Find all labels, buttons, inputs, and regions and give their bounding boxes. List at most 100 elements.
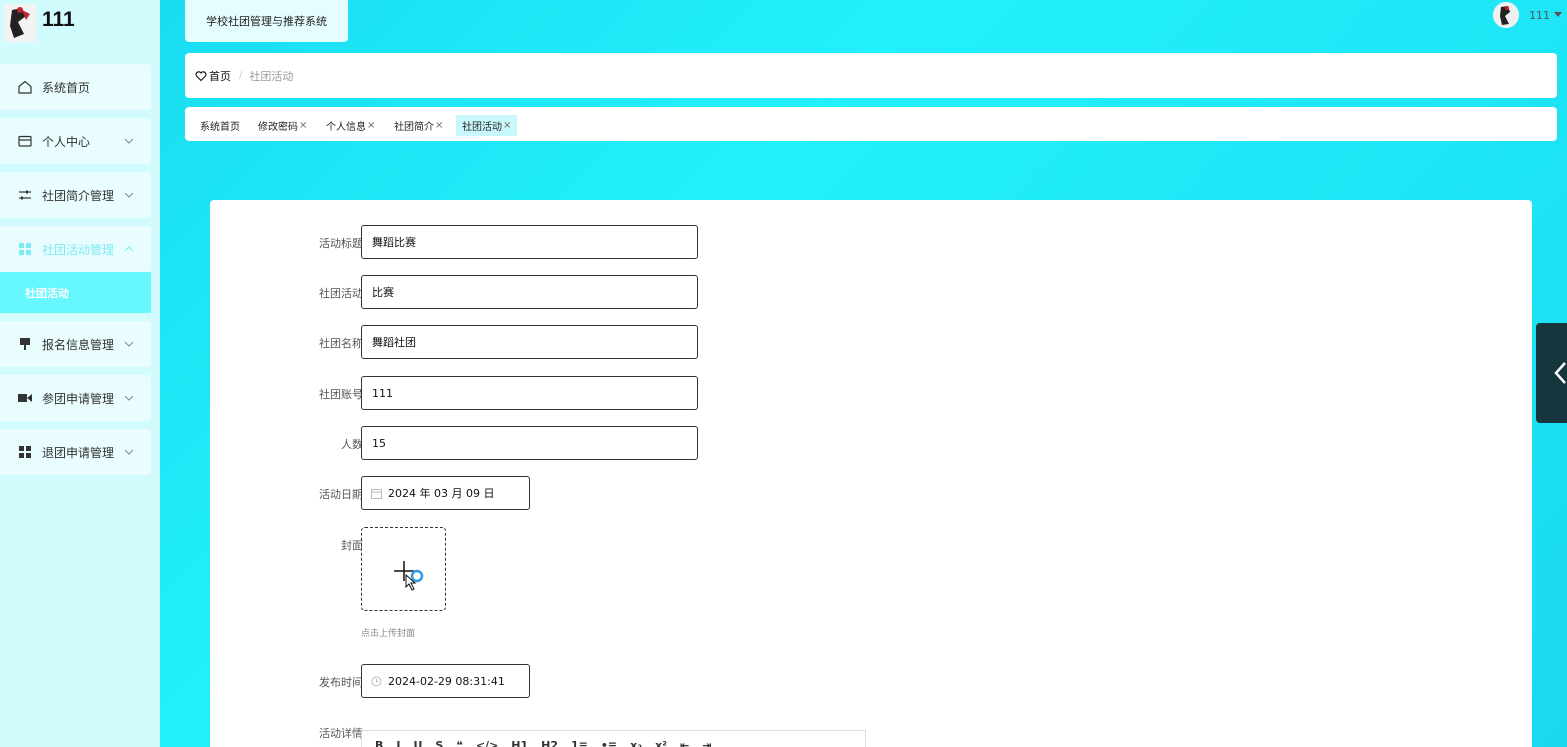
publish-time-value: 2024-02-29 08:31:41 [388, 674, 505, 688]
count-input[interactable] [361, 426, 698, 460]
date-label: 活动日期 [319, 488, 363, 501]
activity-form: 活动标题 社团活动 社团名称 社团账号 人数 活动日期 2024 年 03 月 … [210, 200, 1532, 747]
toolbar-button[interactable]: x² [655, 739, 667, 747]
close-icon[interactable]: × [435, 120, 443, 131]
avatar [1493, 2, 1519, 28]
chevron-left-icon [1554, 362, 1566, 384]
breadcrumb-home[interactable]: 首页 [209, 68, 231, 84]
sliders-icon [19, 190, 31, 200]
toolbar-button[interactable]: x₂ [630, 739, 642, 747]
close-icon[interactable]: × [367, 120, 375, 131]
cursor-icon [405, 574, 417, 591]
sidebar-item-club-activity[interactable]: 社团活动管理 [0, 226, 151, 272]
sidebar-item-personal-center[interactable]: 个人中心 [0, 118, 151, 164]
tab-label: 个人信息 [326, 122, 366, 133]
system-title: 学校社团管理与推荐系统 [185, 0, 348, 42]
sidebar-item-label: 系统首页 [42, 80, 91, 95]
tab-change-password[interactable]: 修改密码 × [252, 115, 313, 136]
tab-label: 社团简介 [394, 122, 434, 133]
toolbar-button[interactable]: ⇤ [680, 739, 689, 747]
sidebar-item-label: 个人中心 [42, 134, 91, 149]
sidebar-item-signup[interactable]: 报名信息管理 [0, 321, 151, 367]
club-name-input[interactable] [361, 325, 698, 359]
watermark: CSDN @亦月学姐毕设 [1266, 708, 1511, 736]
tab-home[interactable]: 系统首页 [194, 115, 246, 136]
camera-icon [18, 394, 32, 402]
brand-logo [4, 4, 36, 42]
tab-label: 修改密码 [258, 122, 298, 133]
toolbar-button[interactable]: H2 [541, 739, 558, 747]
brand: 111 [0, 0, 160, 44]
sidebar-item-label: 参团申请管理 [42, 391, 115, 406]
chevron-down-icon [124, 192, 134, 198]
sidebar-item-club-intro[interactable]: 社团简介管理 [0, 172, 151, 218]
sidebar-item-label: 退团申请管理 [42, 445, 115, 460]
club-name-label: 社团名称 [319, 337, 363, 350]
sidebar-item-home[interactable]: 系统首页 [0, 64, 151, 110]
toolbar-button[interactable]: I [396, 739, 400, 747]
sidebar-subitem-club-activity[interactable]: 社团活动 [0, 272, 151, 313]
toolbar-button[interactable]: </> [476, 739, 498, 747]
date-picker[interactable]: 2024 年 03 月 09 日 [361, 476, 530, 510]
tab-label: 社团活动 [462, 122, 502, 133]
heart-icon [195, 70, 207, 81]
sidebar-item-label: 报名信息管理 [42, 337, 115, 352]
card-icon [18, 135, 32, 147]
details-label: 活动详情 [319, 727, 363, 740]
tabs-bar: 系统首页 修改密码 × 个人信息 × 社团简介 × 社团活动 × [185, 107, 1557, 141]
activity-label: 社团活动 [319, 287, 363, 300]
tab-label: 系统首页 [200, 122, 240, 133]
toolbar-button[interactable]: U [413, 739, 422, 747]
breadcrumb: 首页 / 社团活动 [185, 53, 1557, 98]
count-label: 人数 [341, 438, 363, 451]
toolbar-button[interactable]: ❝ [456, 739, 462, 747]
title-input[interactable] [361, 225, 698, 259]
sidebar-item-quit-request[interactable]: 退团申请管理 [0, 429, 151, 475]
close-icon[interactable]: × [299, 120, 307, 131]
title-label: 活动标题 [319, 237, 363, 250]
upload-hint: 点击上传封面 [361, 629, 416, 639]
apps-icon [19, 446, 31, 458]
chevron-up-icon [124, 246, 134, 252]
publish-time-label: 发布时间 [319, 676, 363, 689]
toolbar-button[interactable]: B [375, 739, 383, 747]
cover-uploader[interactable] [361, 527, 446, 611]
calendar-icon [371, 488, 382, 499]
rich-text-toolbar: B I U S ❝ </> H1 H2 1≡ •≡ x₂ x² ⇤ ⇥ [361, 730, 866, 747]
chevron-down-icon [124, 395, 134, 401]
tab-club-intro[interactable]: 社团简介 × [388, 115, 449, 136]
grid-icon [19, 243, 31, 255]
clock-icon [371, 676, 382, 686]
user-name: 111 [1529, 8, 1550, 22]
club-account-label: 社团账号 [319, 388, 363, 401]
sidebar-item-label: 社团简介管理 [42, 188, 115, 203]
chevron-down-icon [124, 341, 134, 347]
sidebar-item-label: 社团活动管理 [42, 242, 115, 257]
breadcrumb-current: 社团活动 [249, 69, 294, 83]
home-icon [18, 80, 32, 94]
toolbar-button[interactable]: S [435, 739, 443, 747]
toolbar-button[interactable]: H1 [511, 739, 528, 747]
tab-personal-info[interactable]: 个人信息 × [320, 115, 381, 136]
brush-icon [20, 338, 30, 350]
date-value: 2024 年 03 月 09 日 [388, 487, 495, 500]
toolbar-button[interactable]: 1≡ [571, 739, 588, 747]
caret-down-icon [1554, 12, 1562, 17]
club-account-input[interactable] [361, 376, 698, 410]
sidebar: 111 系统首页 个人中心 社团简介管理 社团活动管理 社团活动 报名信息管理 … [0, 0, 160, 747]
sidebar-subitem-label: 社团活动 [25, 286, 69, 300]
chevron-down-icon [124, 138, 134, 144]
publish-time-picker[interactable]: 2024-02-29 08:31:41 [361, 664, 530, 698]
close-icon[interactable]: × [503, 120, 511, 131]
user-menu[interactable]: 111 [1493, 2, 1562, 28]
activity-input[interactable] [361, 275, 698, 309]
sidebar-item-join-request[interactable]: 参团申请管理 [0, 375, 151, 421]
breadcrumb-separator: / [239, 70, 243, 81]
toolbar-button[interactable]: •≡ [601, 739, 617, 747]
toolbar-button[interactable]: ⇥ [702, 739, 711, 747]
brand-name: 111 [42, 8, 75, 31]
collapse-panel-handle[interactable] [1536, 323, 1567, 423]
cover-label: 封面 [341, 539, 363, 552]
chevron-down-icon [124, 449, 134, 455]
tab-club-activity[interactable]: 社团活动 × [456, 115, 518, 136]
